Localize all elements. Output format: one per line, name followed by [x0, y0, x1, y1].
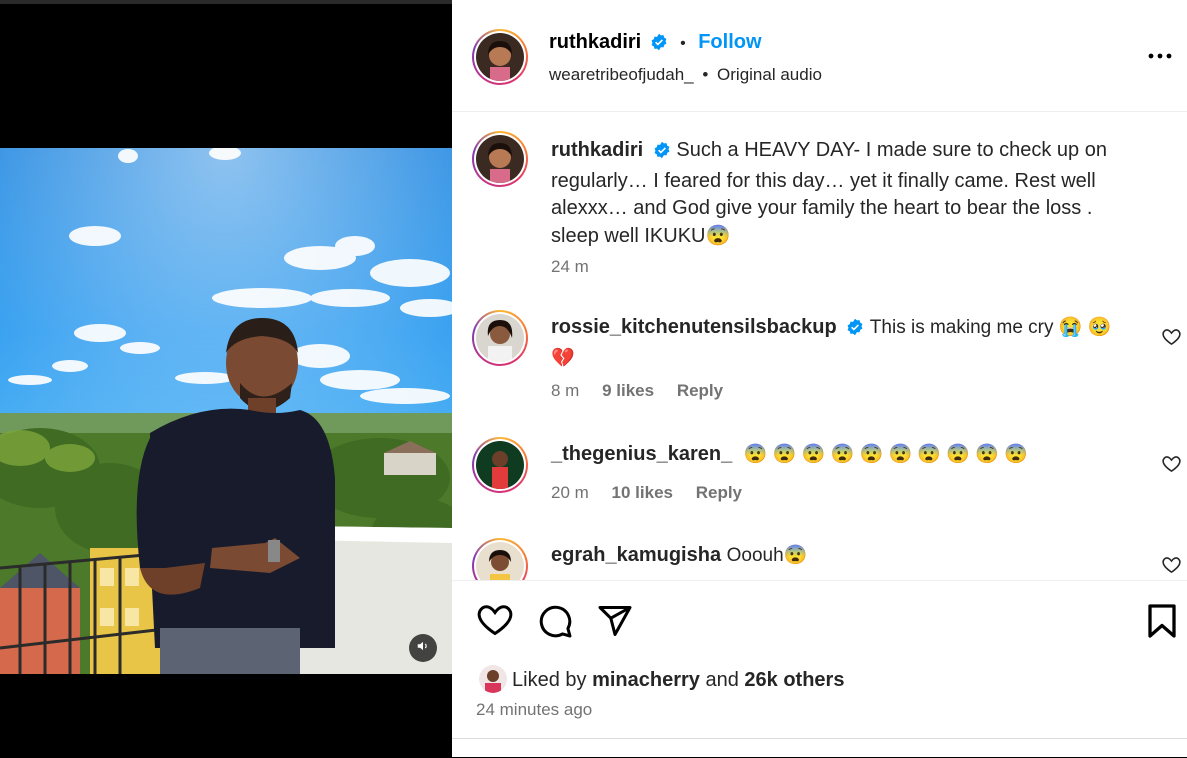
- comment-meta: 20 m 10 likes Reply: [551, 483, 760, 503]
- comment-meta: 8 m 9 likes Reply: [551, 381, 741, 401]
- more-options-icon[interactable]: [1147, 46, 1173, 71]
- reply-button[interactable]: Reply: [677, 381, 723, 400]
- comment-text: Ooouh😨: [726, 545, 808, 566]
- liked-by-avatar[interactable]: [479, 665, 507, 693]
- audio-line: wearetribeofjudah_ • Original audio: [549, 65, 822, 85]
- caption-time[interactable]: 24 m: [551, 257, 589, 276]
- comment-like-heart-icon[interactable]: [1162, 455, 1181, 478]
- comment-text-block: egrah_kamugisha Ooouh😨: [551, 542, 1131, 570]
- media-area: [0, 0, 452, 757]
- author-line: ruthkadiri • Follow: [549, 31, 762, 56]
- liked-user-link[interactable]: minacherry: [592, 669, 700, 691]
- audio-separator: •: [702, 65, 709, 84]
- comment-likes[interactable]: 9 likes: [602, 381, 654, 400]
- liked-prefix: Liked by: [512, 669, 587, 691]
- likes-count-link[interactable]: 26k others: [744, 669, 844, 691]
- verified-badge-icon: [846, 317, 864, 345]
- author-avatar[interactable]: [472, 29, 528, 85]
- caption-text-block: ruthkadiri Such a HEAVY DAY- I made sure…: [551, 137, 1121, 250]
- comment-like-heart-icon[interactable]: [1162, 556, 1181, 579]
- comment-username[interactable]: egrah_kamugisha: [551, 544, 721, 566]
- comment-time[interactable]: 20 m: [551, 483, 589, 502]
- commenter-avatar[interactable]: [472, 310, 528, 366]
- post-actions: Liked by minacherry and 26k others 24 mi…: [452, 580, 1187, 758]
- divider: [452, 738, 1187, 739]
- comment-username[interactable]: _thegenius_karen_: [551, 443, 732, 465]
- comment-text-block: rossie_kitchenutensilsbackup This is mak…: [551, 314, 1131, 372]
- comment-text-block: _thegenius_karen_ 😨 😨 😨 😨 😨 😨 😨 😨 😨 😨: [551, 441, 1131, 469]
- caption-avatar[interactable]: [472, 131, 528, 187]
- reel-video-scene: [0, 148, 452, 674]
- comment-time[interactable]: 8 m: [551, 381, 579, 400]
- caption-username[interactable]: ruthkadiri: [551, 139, 643, 161]
- post-header: ruthkadiri • Follow wearetribeofjudah_ •…: [452, 0, 1187, 112]
- comments-list[interactable]: ruthkadiri Such a HEAVY DAY- I made sure…: [452, 112, 1187, 580]
- commenter-avatar[interactable]: [472, 437, 528, 493]
- reply-button[interactable]: Reply: [696, 483, 742, 502]
- comment-likes[interactable]: 10 likes: [612, 483, 673, 502]
- bookmark-icon[interactable]: [1146, 603, 1178, 644]
- header-separator: •: [680, 35, 686, 52]
- verified-badge-icon: [650, 33, 668, 56]
- commenter-avatar[interactable]: [472, 538, 528, 580]
- comment-like-heart-icon[interactable]: [1162, 328, 1181, 351]
- follow-button[interactable]: Follow: [698, 31, 761, 53]
- post-side-panel: ruthkadiri • Follow wearetribeofjudah_ •…: [452, 0, 1187, 757]
- liked-by-line: Liked by minacherry and 26k others: [512, 669, 844, 692]
- mute-toggle-button[interactable]: [409, 634, 437, 662]
- author-username[interactable]: ruthkadiri: [549, 31, 641, 53]
- comment-icon[interactable]: [537, 603, 573, 644]
- top-strip: [0, 0, 452, 4]
- audio-owner-link[interactable]: wearetribeofjudah_: [549, 65, 694, 84]
- reel-video[interactable]: [0, 148, 452, 674]
- caption-meta: 24 m: [551, 257, 607, 277]
- comment-text: 😨 😨 😨 😨 😨 😨 😨 😨 😨 😨: [743, 444, 1028, 465]
- post-timestamp[interactable]: 24 minutes ago: [476, 700, 592, 720]
- share-icon[interactable]: [597, 603, 633, 644]
- liked-and: and: [705, 669, 739, 691]
- original-audio-link[interactable]: Original audio: [717, 65, 822, 84]
- verified-badge-icon: [653, 140, 671, 168]
- comment-username[interactable]: rossie_kitchenutensilsbackup: [551, 316, 837, 338]
- speaker-icon: [416, 639, 430, 658]
- heart-icon[interactable]: [477, 603, 513, 642]
